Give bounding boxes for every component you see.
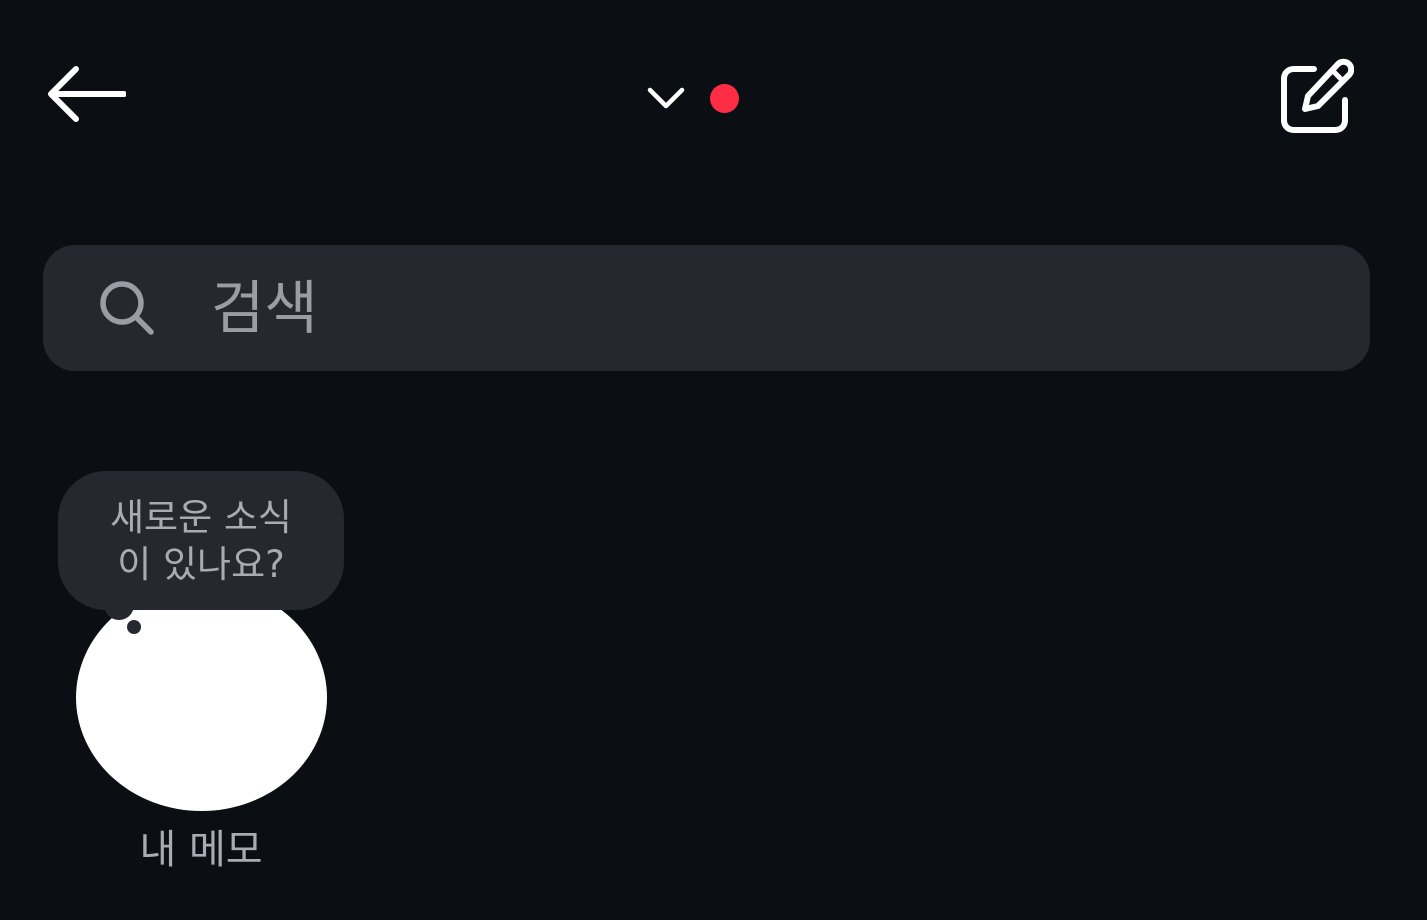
note-bubble-text: 새로운 소식 이 있나요? (110, 495, 292, 586)
arrow-left-icon (46, 66, 127, 130)
search-placeholder: 검색 (211, 274, 318, 342)
account-switcher[interactable] (640, 70, 750, 126)
my-note-item[interactable]: 새로운 소식 이 있나요? 내 메모 (56, 470, 346, 890)
messages-inbox-screen: 검색 새로운 소식 이 있나요? 내 메모 (0, 0, 1427, 920)
back-button[interactable] (36, 58, 136, 138)
search-icon (99, 280, 155, 336)
compose-button[interactable] (1266, 52, 1362, 148)
note-label: 내 메모 (139, 827, 263, 873)
compose-edit-icon (1274, 58, 1355, 142)
note-bubble[interactable]: 새로운 소식 이 있나요? (58, 471, 344, 610)
note-bubble-tail-dot (127, 620, 141, 634)
notification-dot (710, 83, 739, 113)
search-input[interactable]: 검색 (43, 245, 1370, 371)
chevron-down-icon (646, 85, 686, 111)
